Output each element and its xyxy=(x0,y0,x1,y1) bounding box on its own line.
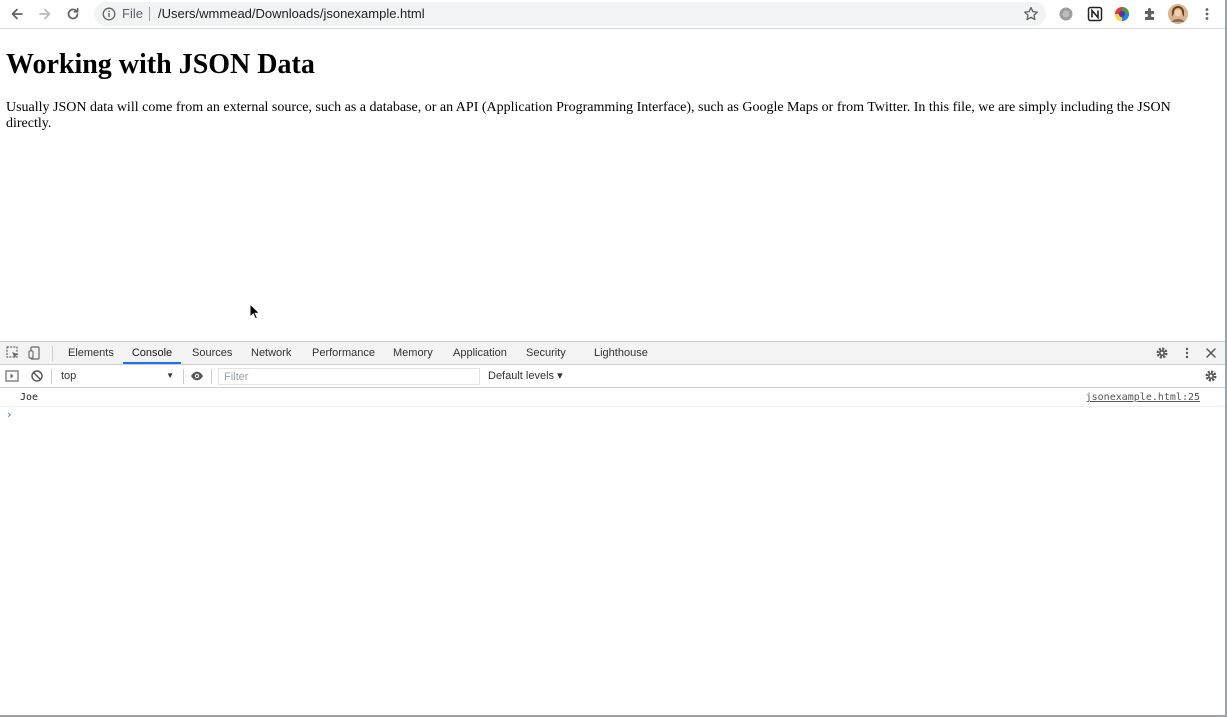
close-devtools-icon[interactable] xyxy=(1204,346,1218,360)
log-message: Joe xyxy=(20,392,39,403)
clear-console-icon[interactable] xyxy=(30,369,44,383)
address-scheme: File xyxy=(122,6,143,21)
device-toggle-icon[interactable] xyxy=(28,346,42,360)
browser-toolbar: File /Users/wmmead/Downloads/jsonexample… xyxy=(0,0,1225,29)
more-vert-icon[interactable] xyxy=(1199,6,1215,22)
notion-icon[interactable] xyxy=(1087,6,1103,22)
tab-security[interactable]: Security xyxy=(526,342,566,364)
sidebar-toggle-icon[interactable] xyxy=(5,369,19,383)
page-viewport: Working with JSON Data Usually JSON data… xyxy=(0,29,1225,341)
inspect-element-icon[interactable] xyxy=(6,346,20,360)
toolbar-divider xyxy=(52,346,53,361)
filter-input[interactable] xyxy=(218,368,480,385)
console-settings-gear-icon[interactable] xyxy=(1204,369,1218,383)
settings-gear-icon[interactable] xyxy=(1155,346,1169,360)
tab-console[interactable]: Console xyxy=(123,342,181,364)
star-icon[interactable] xyxy=(1022,5,1040,23)
log-levels-dropdown[interactable]: Default levels ▾ xyxy=(488,368,563,384)
toolbar-divider xyxy=(211,369,212,384)
color-extension-icon[interactable] xyxy=(1114,6,1130,22)
browser-window: File /Users/wmmead/Downloads/jsonexample… xyxy=(0,0,1227,717)
live-expression-eye-icon[interactable] xyxy=(190,369,204,383)
info-icon[interactable] xyxy=(102,7,116,21)
extension-gray-icon[interactable] xyxy=(1058,6,1074,22)
address-bar[interactable]: File /Users/wmmead/Downloads/jsonexample… xyxy=(94,2,1046,26)
address-separator xyxy=(149,7,150,21)
chevron-down-icon: ▼ xyxy=(166,371,174,380)
context-value: top xyxy=(61,370,77,382)
console-toolbar: top ▼ Default levels ▾ xyxy=(0,365,1225,388)
forward-icon[interactable] xyxy=(35,4,55,24)
tab-memory[interactable]: Memory xyxy=(393,342,433,364)
toolbar-divider xyxy=(51,369,52,384)
toolbar-divider xyxy=(183,369,184,384)
console-prompt[interactable]: › xyxy=(6,408,13,422)
address-url[interactable]: /Users/wmmead/Downloads/jsonexample.html xyxy=(158,7,425,21)
tab-lighthouse[interactable]: Lighthouse xyxy=(594,342,648,364)
back-icon[interactable] xyxy=(7,4,27,24)
tab-application[interactable]: Application xyxy=(453,342,507,364)
page-heading: Working with JSON Data xyxy=(6,49,315,80)
console-log-row: Joe jsonexample.html:25 xyxy=(0,389,1225,407)
tab-sources[interactable]: Sources xyxy=(192,342,232,364)
puzzle-icon[interactable] xyxy=(1142,6,1158,22)
page-paragraph: Usually JSON data will come from an exte… xyxy=(6,100,1171,131)
context-selector[interactable]: top ▼ xyxy=(56,368,178,384)
tab-network[interactable]: Network xyxy=(251,342,291,364)
reload-icon[interactable] xyxy=(63,4,83,24)
devtools-more-icon[interactable] xyxy=(1180,346,1194,360)
tab-performance[interactable]: Performance xyxy=(312,342,375,364)
mouse-cursor-icon xyxy=(249,302,261,321)
devtools-panel: Elements Console Sources Network Perform… xyxy=(0,341,1225,715)
profile-avatar[interactable] xyxy=(1168,4,1188,24)
log-source-link[interactable]: jsonexample.html:25 xyxy=(1086,391,1200,405)
devtools-tabbar: Elements Console Sources Network Perform… xyxy=(0,342,1225,365)
tab-elements[interactable]: Elements xyxy=(68,342,114,364)
